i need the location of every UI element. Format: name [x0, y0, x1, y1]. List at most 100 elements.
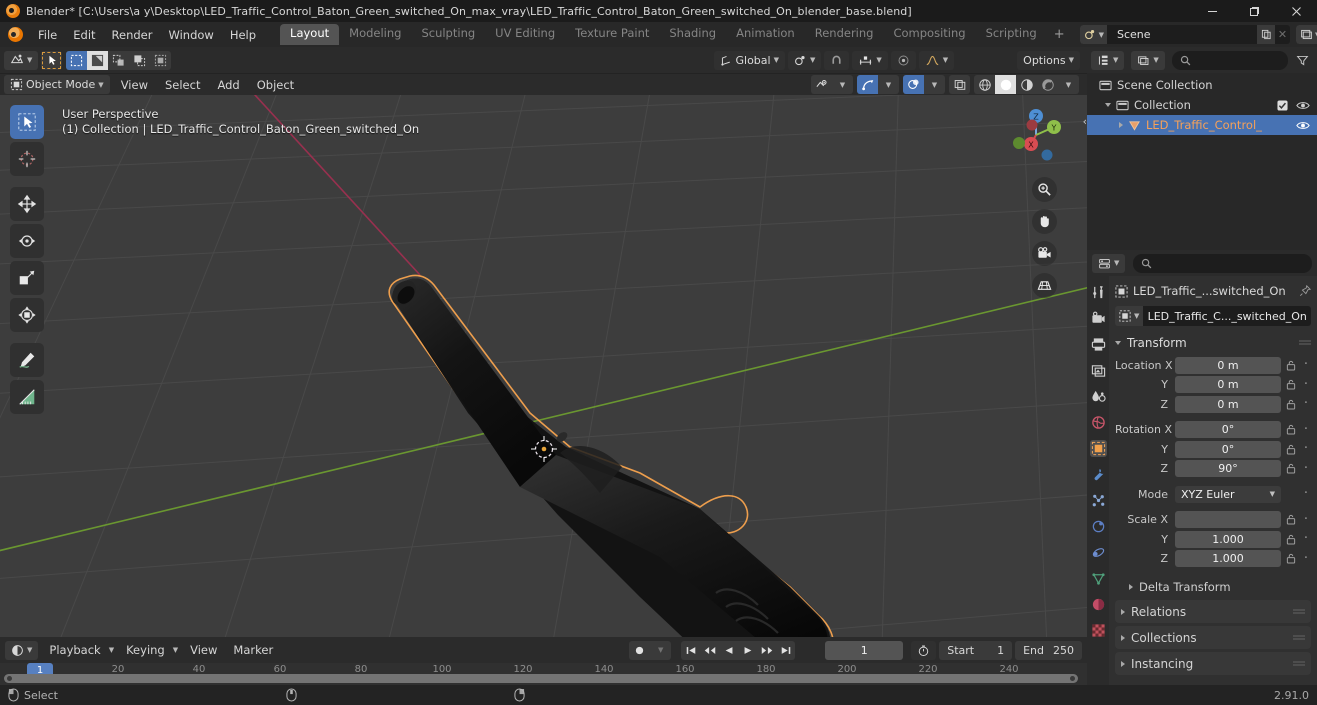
timeline-menu-keying[interactable]: Keying: [118, 641, 173, 659]
menu-edit[interactable]: Edit: [65, 26, 103, 44]
eye-icon[interactable]: [1296, 120, 1310, 131]
tab-object-data[interactable]: [1090, 570, 1107, 587]
play-reverse-button[interactable]: [719, 641, 738, 660]
tool-select-box[interactable]: [10, 105, 44, 139]
tab-compositing[interactable]: Compositing: [883, 24, 975, 45]
instancing-panel[interactable]: Instancing: [1115, 652, 1311, 675]
outliner-row-collection[interactable]: Collection: [1087, 95, 1317, 115]
3d-viewport[interactable]: User Perspective (1) Collection | LED_Tr…: [0, 47, 1087, 637]
object-name-field[interactable]: LED_Traffic_C..._switched_On: [1143, 306, 1311, 326]
select-lasso-icon[interactable]: [108, 51, 129, 70]
tab-scene[interactable]: [1090, 388, 1107, 405]
timeline-editor[interactable]: ▼ Playback ▼ Keying ▼ View Marker ▼ 1 St…: [0, 637, 1087, 685]
tab-scripting[interactable]: Scripting: [976, 24, 1047, 45]
shading-rendered-icon[interactable]: [1037, 75, 1058, 94]
animate-property-dot-icon[interactable]: ·: [1301, 442, 1311, 455]
animate-property-dot-icon[interactable]: ·: [1301, 397, 1311, 410]
expand-triangle-icon[interactable]: [1121, 660, 1125, 667]
jump-to-start-button[interactable]: [681, 641, 700, 660]
properties-editor[interactable]: ▼ LED_Traffic_...switched_On ▼ LED_Traff…: [1087, 250, 1317, 687]
close-button[interactable]: [1275, 0, 1317, 22]
menu-file[interactable]: File: [30, 26, 65, 44]
delta-transform-subpanel[interactable]: Delta Transform: [1115, 577, 1311, 597]
play-button[interactable]: [738, 641, 757, 660]
toggle-ortho-icon[interactable]: [1032, 273, 1057, 298]
select-circle-icon[interactable]: [87, 50, 109, 70]
timeline-menu-view[interactable]: View: [182, 641, 225, 659]
tab-view-layer[interactable]: [1090, 362, 1107, 379]
tab-rendering[interactable]: Rendering: [805, 24, 884, 45]
pan-hand-icon[interactable]: [1032, 209, 1057, 234]
outliner-row-scene-collection[interactable]: Scene Collection: [1087, 75, 1317, 95]
object-mode-dropdown[interactable]: Object Mode ▼: [4, 75, 110, 94]
lock-icon[interactable]: [1285, 534, 1297, 545]
lock-icon[interactable]: [1285, 360, 1297, 371]
maximize-button[interactable]: [1233, 0, 1275, 22]
eye-icon[interactable]: [1296, 100, 1310, 111]
outliner-row-led-traffic-control[interactable]: LED_Traffic_Control_: [1087, 115, 1317, 135]
scene-name-field[interactable]: Scene: [1107, 25, 1257, 44]
property-value-field[interactable]: 1.000: [1175, 550, 1281, 567]
timeline-horizontal-scrollbar[interactable]: [4, 674, 1078, 683]
tool-measure[interactable]: [10, 380, 44, 414]
tab-texture-paint[interactable]: Texture Paint: [565, 24, 659, 45]
animate-property-dot-icon[interactable]: ·: [1301, 487, 1311, 500]
gizmo-dropdown-icon[interactable]: ▼: [878, 75, 899, 94]
expand-triangle-icon[interactable]: [1121, 634, 1125, 641]
camera-view-icon[interactable]: [1032, 241, 1057, 266]
animate-property-dot-icon[interactable]: ·: [1301, 513, 1311, 526]
viewport-menu-object[interactable]: Object: [249, 76, 302, 94]
tab-tool[interactable]: [1090, 284, 1107, 301]
tab-animation[interactable]: Animation: [726, 24, 805, 45]
timeline-menu-playback[interactable]: Playback: [41, 641, 108, 659]
view-layer-browse-button[interactable]: ▼: [1296, 25, 1317, 44]
filter-icon[interactable]: [1292, 51, 1313, 70]
lock-icon[interactable]: [1285, 399, 1297, 410]
jump-to-end-button[interactable]: [776, 641, 795, 660]
property-value-field[interactable]: 0°: [1175, 440, 1281, 458]
lock-icon[interactable]: [1285, 444, 1297, 455]
property-value-field[interactable]: 0 m: [1175, 395, 1281, 413]
show-overlays-icon[interactable]: [903, 75, 924, 94]
tab-modeling[interactable]: Modeling: [339, 24, 411, 45]
property-value-field[interactable]: 0 m: [1175, 376, 1281, 393]
frame-end-field[interactable]: End 250: [1015, 640, 1082, 660]
select-intersect-icon[interactable]: [129, 51, 150, 70]
menu-window[interactable]: Window: [160, 26, 221, 44]
tab-modifiers[interactable]: [1090, 466, 1107, 483]
property-value-field[interactable]: 90°: [1175, 460, 1281, 477]
auto-keying-dropdown-icon[interactable]: ▼: [650, 641, 671, 660]
select-difference-icon[interactable]: [150, 51, 171, 70]
shading-solid-icon[interactable]: [995, 75, 1016, 94]
animate-property-dot-icon[interactable]: ·: [1301, 358, 1311, 371]
tab-sculpting[interactable]: Sculpting: [411, 24, 485, 45]
transform-panel-header[interactable]: Transform: [1115, 333, 1311, 353]
select-box-icon[interactable]: [66, 50, 88, 70]
viewport-menu-select[interactable]: Select: [157, 76, 208, 94]
menu-help[interactable]: Help: [222, 26, 264, 44]
timeline-menu-marker[interactable]: Marker: [225, 641, 281, 659]
transform-orientation-button[interactable]: Global ▼: [713, 50, 785, 70]
tab-layout[interactable]: Layout: [280, 24, 340, 45]
tool-move[interactable]: [10, 187, 44, 221]
shading-material-icon[interactable]: [1016, 75, 1037, 94]
expand-triangle-icon[interactable]: [1105, 103, 1111, 107]
outliner-display-mode-button[interactable]: ▼: [1131, 50, 1165, 70]
previous-keyframe-button[interactable]: [700, 641, 719, 660]
tool-transform[interactable]: [10, 298, 44, 332]
lock-icon[interactable]: [1285, 553, 1297, 564]
outliner-editor-type-button[interactable]: ▼: [1091, 50, 1125, 70]
snap-to-button[interactable]: ▼: [852, 50, 888, 70]
proportional-falloff-button[interactable]: ▼: [918, 50, 955, 70]
tab-material[interactable]: [1090, 596, 1107, 613]
pin-icon[interactable]: [1299, 285, 1311, 297]
tab-physics[interactable]: [1090, 518, 1107, 535]
visibility-dropdown-icon[interactable]: ▼: [832, 75, 853, 94]
tab-render[interactable]: [1090, 310, 1107, 327]
property-value-field[interactable]: [1175, 511, 1281, 528]
frame-start-field[interactable]: Start 1: [939, 640, 1013, 660]
scene-browse-button[interactable]: ▼: [1079, 25, 1107, 44]
tab-world[interactable]: [1090, 414, 1107, 431]
properties-search-input[interactable]: [1133, 253, 1312, 273]
timeline-editor-type-button[interactable]: ▼: [5, 640, 39, 660]
